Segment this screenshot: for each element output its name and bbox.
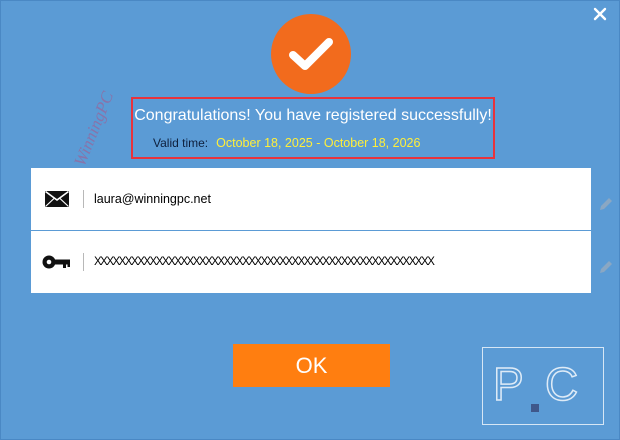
watermark: WinningPC	[70, 88, 118, 169]
congrats-message: Congratulations! You have registered suc…	[134, 107, 492, 124]
field-divider	[83, 253, 84, 271]
checkmark-circle-icon	[271, 14, 351, 94]
svg-text:P: P	[493, 358, 524, 410]
ok-button[interactable]: OK	[233, 344, 390, 387]
valid-time-row: Valid time: October 18, 2025 - October 1…	[153, 136, 420, 150]
valid-time-dates: October 18, 2025 - October 18, 2026	[216, 136, 421, 150]
field-divider	[83, 190, 84, 208]
envelope-icon	[31, 190, 83, 208]
svg-text:C: C	[545, 358, 578, 410]
pencil-icon[interactable]	[598, 196, 614, 212]
license-key-field[interactable]: XXXXXXXXXXXXXXXXXXXXXXXXXXXXXXXXXXXXXXXX…	[94, 256, 435, 268]
close-icon[interactable]	[591, 5, 609, 23]
key-icon	[31, 254, 83, 270]
pencil-icon[interactable]	[598, 259, 614, 275]
registration-fields: laura@winningpc.net XXXXXXXXXXXXXXXXXXXX…	[31, 168, 591, 293]
email-field[interactable]: laura@winningpc.net	[94, 192, 211, 206]
email-row: laura@winningpc.net	[31, 168, 591, 231]
registration-summary: Congratulations! You have registered suc…	[131, 97, 495, 159]
registration-success-dialog: Congratulations! You have registered suc…	[0, 0, 620, 440]
pc-logo: P C	[482, 347, 604, 425]
valid-time-label: Valid time:	[153, 136, 209, 150]
license-row: XXXXXXXXXXXXXXXXXXXXXXXXXXXXXXXXXXXXXXXX…	[31, 231, 591, 293]
